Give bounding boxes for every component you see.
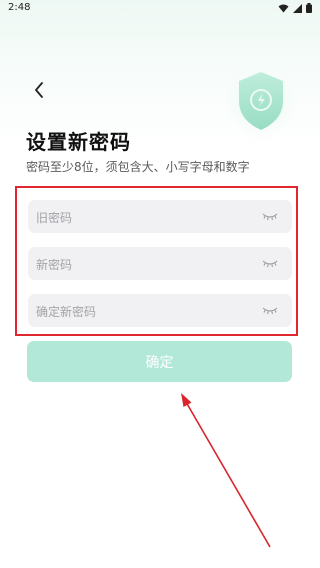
confirm-password-field[interactable] — [28, 294, 292, 329]
page-title: 设置新密码 — [26, 130, 131, 154]
chevron-left-icon — [35, 82, 43, 98]
confirm-button[interactable]: 确定 — [27, 341, 292, 382]
confirm-password-input[interactable] — [34, 294, 258, 329]
shield-icon — [223, 64, 299, 140]
back-button[interactable] — [28, 79, 50, 101]
battery-icon — [306, 3, 312, 13]
status-bar: 2:48 — [0, 0, 320, 18]
eye-closed-icon[interactable] — [262, 307, 278, 315]
wifi-icon — [278, 4, 289, 12]
eye-closed-icon[interactable] — [262, 213, 278, 221]
old-password-input[interactable] — [34, 200, 258, 235]
new-password-input[interactable] — [34, 247, 258, 282]
status-time: 2:48 — [8, 2, 31, 13]
status-icons — [278, 3, 312, 13]
page-subtitle: 密码至少8位，须包含大、小写字母和数字 — [26, 160, 250, 174]
new-password-field[interactable] — [28, 247, 292, 282]
eye-closed-icon[interactable] — [262, 260, 278, 268]
old-password-field[interactable] — [28, 200, 292, 235]
signal-icon — [293, 3, 302, 13]
